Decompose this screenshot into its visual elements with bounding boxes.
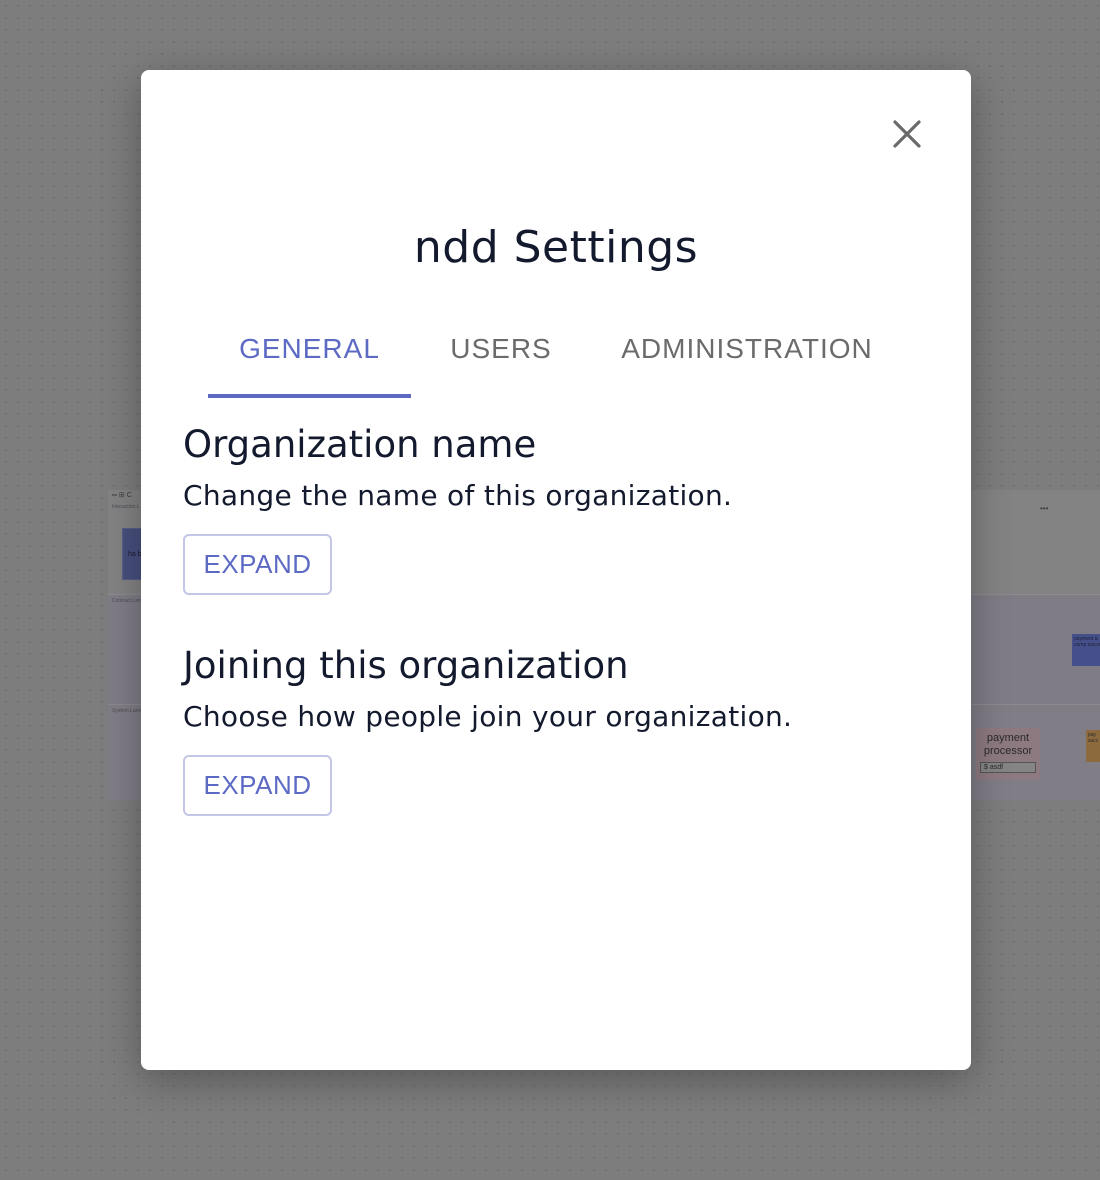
sticky-note-pink: payment processor $ asdf	[976, 728, 1040, 780]
joining-organization-section: Joining this organization Choose how peo…	[183, 643, 943, 816]
section-description: Choose how people join your organization…	[183, 700, 793, 733]
settings-modal: ndd Settings GENERAL USERS ADMINISTRATIO…	[141, 70, 971, 1070]
sticky-note-chip: $ asdf	[980, 762, 1036, 773]
sticky-note-orange: pay succ	[1086, 730, 1100, 762]
expand-organization-name-button[interactable]: EXPAND	[183, 534, 332, 595]
section-description: Change the name of this organization.	[183, 479, 733, 512]
section-heading: Joining this organization	[183, 644, 629, 687]
active-tab-indicator	[208, 394, 411, 398]
sticky-note-blue: payment is comp succe	[1072, 634, 1100, 666]
lane-label: Contract Lane	[112, 598, 144, 604]
board-toolbar: ═ ⊞ C	[112, 492, 132, 499]
tab-bar: GENERAL USERS ADMINISTRATION	[141, 320, 971, 400]
modal-title: ndd Settings	[413, 222, 699, 273]
tab-administration[interactable]: ADMINISTRATION	[601, 320, 893, 398]
section-heading: Organization name	[183, 423, 537, 466]
organization-name-section: Organization name Change the name of thi…	[183, 422, 943, 595]
more-options-icon: •••	[1040, 504, 1049, 513]
tab-general[interactable]: GENERAL	[208, 320, 411, 398]
close-icon	[893, 120, 921, 148]
close-button[interactable]	[887, 114, 927, 154]
tab-users[interactable]: USERS	[421, 320, 581, 398]
lane-label: System Lane	[112, 708, 142, 714]
lane-label: Interaction L	[112, 504, 140, 510]
expand-joining-button[interactable]: EXPAND	[183, 755, 332, 816]
sticky-note-text: payment processor	[983, 732, 1033, 757]
